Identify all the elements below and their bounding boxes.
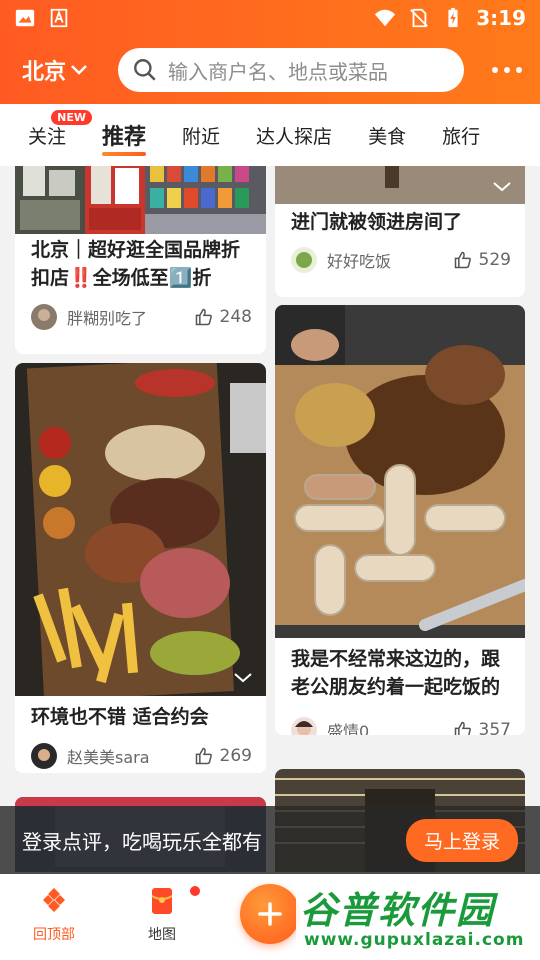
card-title: 环境也不错 适合约会 xyxy=(31,706,209,728)
search-placeholder: 输入商户名、地点或菜品 xyxy=(168,59,389,84)
login-button[interactable]: 马上登录 xyxy=(405,818,518,862)
battery-charging-icon xyxy=(448,7,458,28)
image-icon xyxy=(15,9,35,27)
shop-photo xyxy=(15,166,266,234)
search-input[interactable]: 输入商户名、地点或菜品 xyxy=(118,48,465,92)
tab-recommend[interactable]: 推荐 xyxy=(84,104,164,166)
feed-card[interactable]: 我是不经常来这边的，跟老公朋友约着一起吃饭的 盛情0 357 xyxy=(275,305,525,735)
avatar xyxy=(31,743,57,769)
login-prompt-text: 登录点评，吃喝玩乐全都有 xyxy=(22,829,262,854)
nav-label: 回顶部 xyxy=(33,927,75,943)
like-button[interactable]: 269 xyxy=(194,746,252,766)
author-name: 赵美美sara xyxy=(67,748,150,767)
active-tab-indicator xyxy=(102,152,147,156)
app-screen: 3:19 北京 输入商户名、地点或菜品 关注 NEW 推荐 附近 达人探店 美食… xyxy=(0,0,540,960)
clock-time: 3:19 xyxy=(476,6,526,30)
nav-back-to-top[interactable]: 回顶部 xyxy=(14,886,94,944)
plus-icon xyxy=(258,902,282,926)
watermark-url: www.gupuxlazai.com xyxy=(304,930,525,950)
like-count: 357 xyxy=(478,720,511,735)
tab-food[interactable]: 美食 xyxy=(350,104,424,166)
card-title: 北京｜超好逛全国品牌折扣店‼️全场低至1️⃣折 xyxy=(31,239,241,289)
watermark-logo: 谷普软件园 xyxy=(300,889,495,932)
tab-follow[interactable]: 关注 NEW xyxy=(0,104,93,166)
food-photo xyxy=(275,166,525,204)
more-button[interactable] xyxy=(492,67,522,73)
tab-label: 达人探店 xyxy=(256,125,333,148)
tab-label: 美食 xyxy=(368,125,407,148)
nav-map[interactable]: 地图 xyxy=(122,886,202,944)
city-name: 北京 xyxy=(22,60,67,85)
add-post-button[interactable] xyxy=(240,884,300,944)
chevron-down-icon[interactable] xyxy=(232,671,254,685)
watermark: 谷普软件园 www.gupuxlazai.com xyxy=(296,876,540,960)
tab-nearby[interactable]: 附近 xyxy=(164,104,238,166)
thumbs-up-icon xyxy=(195,308,212,326)
tab-travel[interactable]: 旅行 xyxy=(424,104,498,166)
nav-label: 地图 xyxy=(148,927,176,943)
app-a-icon xyxy=(50,8,68,28)
avatar xyxy=(31,304,57,330)
card-meta: 好好吃饭 529 xyxy=(291,245,511,275)
thumbs-up-icon xyxy=(195,747,212,765)
wifi-icon xyxy=(375,9,396,27)
tab-label: 关注 xyxy=(28,125,67,148)
feed-card[interactable]: 北京｜超好逛全国品牌折扣店‼️全场低至1️⃣折 胖糊别吃了 248 xyxy=(15,166,266,354)
author-name: 胖糊别吃了 xyxy=(67,309,148,328)
red-envelope-icon xyxy=(151,888,173,914)
search-icon xyxy=(134,59,156,81)
thumbs-up-icon xyxy=(454,251,471,269)
avatar xyxy=(291,247,317,273)
like-count: 269 xyxy=(219,746,252,766)
avatar xyxy=(291,717,317,735)
login-banner: 登录点评，吃喝玩乐全都有 马上登录 xyxy=(0,806,540,874)
chevron-down-icon[interactable] xyxy=(491,180,513,194)
feed-card[interactable]: 进门就被领进房间了 好好吃饭 529 xyxy=(275,166,525,297)
card-meta: 胖糊别吃了 248 xyxy=(31,302,252,332)
more-dot-icon xyxy=(504,67,510,73)
header: 3:19 北京 输入商户名、地点或菜品 xyxy=(0,0,540,104)
author-name: 盛情0 xyxy=(327,722,370,735)
feed-card[interactable]: 环境也不错 适合约会 赵美美sara 269 xyxy=(15,363,266,773)
feed: 北京｜超好逛全国品牌折扣店‼️全场低至1️⃣折 胖糊别吃了 248 环境也不错 … xyxy=(0,166,540,872)
tab-expert-visits[interactable]: 达人探店 xyxy=(238,104,350,166)
food-photo xyxy=(15,363,266,696)
like-button[interactable]: 357 xyxy=(453,720,511,735)
card-meta: 盛情0 357 xyxy=(291,715,511,735)
like-button[interactable]: 248 xyxy=(194,307,252,327)
food-photo xyxy=(275,305,525,638)
author-name: 好好吃饭 xyxy=(327,252,392,271)
tab-label: 附近 xyxy=(182,125,221,148)
card-title: 我是不经常来这边的，跟老公朋友约着一起吃饭的 xyxy=(291,648,501,698)
notification-dot xyxy=(190,886,200,896)
tab-label: 推荐 xyxy=(102,125,147,150)
like-button[interactable]: 529 xyxy=(453,250,511,270)
more-dot-icon xyxy=(492,67,498,73)
card-meta: 赵美美sara 269 xyxy=(31,741,252,771)
chevron-down-icon xyxy=(71,65,87,75)
category-tabs: 关注 NEW 推荐 附近 达人探店 美食 旅行 xyxy=(0,104,540,166)
chinese-knot-icon xyxy=(43,888,65,912)
like-count: 248 xyxy=(219,307,252,327)
status-bar: 3:19 xyxy=(0,0,540,36)
thumbs-up-icon xyxy=(454,721,471,735)
city-selector[interactable]: 北京 xyxy=(22,54,88,86)
more-dot-icon xyxy=(516,67,522,73)
like-count: 529 xyxy=(478,250,511,270)
no-sim-icon xyxy=(410,8,429,28)
card-title: 进门就被领进房间了 xyxy=(291,211,463,233)
tab-label: 旅行 xyxy=(442,125,481,148)
